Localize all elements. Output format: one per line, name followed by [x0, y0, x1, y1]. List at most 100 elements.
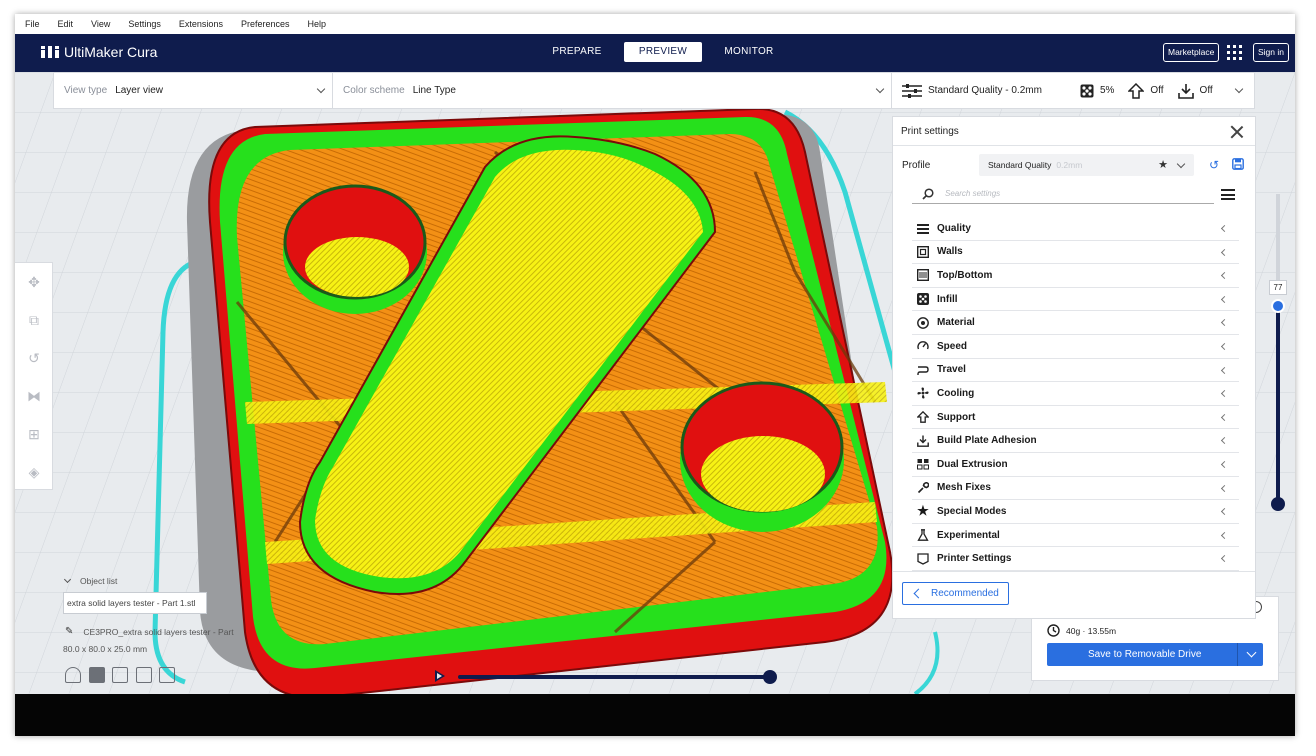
menu-view[interactable]: View: [82, 19, 119, 29]
layer-slider[interactable]: [1271, 299, 1285, 511]
category-walls[interactable]: Walls: [912, 241, 1239, 265]
object-list-title: Object list: [80, 576, 118, 586]
travel-icon: [917, 364, 929, 376]
app-logo: UltiMaker Cura: [41, 44, 157, 60]
category-dual-extrusion[interactable]: Dual Extrusion: [912, 453, 1239, 477]
clock-icon: [1047, 624, 1060, 637]
tab-preview[interactable]: PREVIEW: [624, 42, 702, 62]
support-item: Off: [1128, 82, 1164, 99]
save-to-removable-drive-button[interactable]: Save to Removable Drive: [1047, 643, 1263, 666]
tab-prepare[interactable]: PREPARE: [538, 42, 616, 62]
mesh-fixes-icon: [917, 481, 929, 494]
walls-icon: [917, 245, 929, 258]
front-view-icon[interactable]: [88, 667, 105, 683]
sign-in-button[interactable]: Sign in: [1253, 43, 1289, 62]
chevron-down-icon: [1234, 84, 1244, 94]
category-infill[interactable]: Infill: [912, 288, 1239, 312]
hole-top-left: [283, 184, 427, 314]
quality-item: Standard Quality - 0.2mm: [902, 83, 1042, 98]
category-quality[interactable]: Quality: [912, 217, 1239, 241]
category-travel[interactable]: Travel: [912, 359, 1239, 383]
right-view-icon[interactable]: [159, 667, 175, 683]
tab-monitor[interactable]: MONITOR: [710, 42, 788, 62]
3d-view-icon[interactable]: [65, 667, 81, 683]
color-scheme-label: Color scheme: [343, 85, 405, 96]
object-list: Object list extra solid layers tester - …: [63, 575, 293, 654]
adhesion-item: Off: [1177, 83, 1213, 99]
object-list-toggle[interactable]: Object list: [63, 575, 293, 586]
experimental-icon: [917, 529, 929, 541]
menu-help[interactable]: Help: [298, 19, 335, 29]
search-input[interactable]: Search settings: [912, 185, 1214, 204]
model-dimensions: 80.0 x 80.0 x 25.0 mm: [63, 644, 148, 654]
reset-icon[interactable]: ↺: [1207, 158, 1221, 172]
panel-title: Print settings: [901, 126, 959, 137]
infill-icon: [1080, 84, 1094, 97]
move-tool-icon[interactable]: ✥: [15, 263, 53, 301]
job-name-row[interactable]: ✎ CE3PRO_extra solid layers tester - Par…: [63, 626, 293, 637]
color-scheme-dropdown[interactable]: Color scheme Line Type: [333, 73, 892, 108]
profile-label: Profile: [902, 160, 931, 171]
menu-extensions[interactable]: Extensions: [170, 19, 232, 29]
save-profile-icon[interactable]: [1231, 158, 1245, 172]
category-cooling[interactable]: Cooling: [912, 382, 1239, 406]
mirror-tool-icon[interactable]: ⧓: [15, 377, 53, 415]
infill-value: 5%: [1099, 85, 1115, 96]
star-icon[interactable]: ★: [1158, 154, 1168, 176]
object-list-item[interactable]: extra solid layers tester - Part 1.stl: [63, 592, 207, 614]
adhesion-icon: [917, 435, 929, 447]
per-model-settings-icon[interactable]: ⊞: [15, 415, 53, 453]
marketplace-button[interactable]: Marketplace: [1163, 43, 1220, 62]
menu-edit[interactable]: Edit: [49, 19, 83, 29]
category-top-bottom[interactable]: Top/Bottom: [912, 264, 1239, 288]
profile-value: Standard Quality: [988, 160, 1052, 170]
recommended-button[interactable]: Recommended: [902, 582, 1009, 605]
print-setup-selector[interactable]: Standard Quality - 0.2mm 5% Off Off: [892, 73, 1254, 108]
search-icon: [922, 188, 934, 200]
apps-grid-icon[interactable]: [1227, 45, 1242, 60]
path-slider[interactable]: [458, 670, 777, 684]
printer-settings-icon: [917, 552, 929, 565]
chevron-down-icon[interactable]: [1246, 647, 1257, 658]
menu-icon[interactable]: [1221, 189, 1235, 200]
category-printer-settings[interactable]: Printer Settings: [912, 547, 1239, 571]
current-layer-field[interactable]: 77: [1269, 280, 1287, 295]
save-button-label: Save to Removable Drive: [1088, 649, 1202, 660]
profile-sub: 0.2mm: [1056, 160, 1083, 170]
material-icon: [917, 316, 929, 329]
category-speed[interactable]: Speed: [912, 335, 1239, 359]
layer-slider-lower-handle[interactable]: [1271, 497, 1285, 511]
rotate-tool-icon[interactable]: ↺: [15, 339, 53, 377]
category-material[interactable]: Material: [912, 311, 1239, 335]
category-support[interactable]: Support: [912, 406, 1239, 430]
camera-view-buttons: [65, 667, 183, 683]
bottom-bar: [15, 694, 1295, 736]
layer-slider-upper-handle[interactable]: [1271, 299, 1285, 313]
search-placeholder: Search settings: [945, 189, 1001, 198]
view-type-dropdown[interactable]: View type Layer view: [54, 73, 333, 108]
menu-settings[interactable]: Settings: [119, 19, 170, 29]
job-name: CE3PRO_extra solid layers tester - Part: [83, 626, 234, 637]
support-icon: [1128, 82, 1145, 99]
menu-preferences[interactable]: Preferences: [232, 19, 299, 29]
hole-bottom-right: [680, 381, 844, 532]
left-view-icon[interactable]: [135, 667, 152, 683]
top-view-icon[interactable]: [112, 667, 128, 683]
dual-extrusion-icon: [917, 458, 929, 470]
profile-dropdown[interactable]: Standard Quality 0.2mm ★: [979, 154, 1194, 176]
layer-slider-track: [1276, 194, 1280, 294]
category-build-plate-adhesion[interactable]: Build Plate Adhesion: [912, 429, 1239, 453]
pencil-icon: ✎: [65, 626, 74, 637]
play-icon[interactable]: [435, 670, 445, 682]
view-toolbar: View type Layer view Color scheme Line T…: [53, 72, 1255, 109]
print-settings-panel: Print settings Profile Standard Quality 0…: [892, 116, 1256, 619]
scale-tool-icon[interactable]: ⧉: [15, 301, 53, 339]
path-slider-handle[interactable]: [763, 670, 777, 684]
category-special-modes[interactable]: ★ Special Modes: [912, 500, 1239, 524]
support-blocker-icon[interactable]: ◈: [15, 453, 53, 491]
print-estimate: 40g · 13.55m: [1047, 624, 1116, 637]
menu-file[interactable]: File: [15, 19, 49, 29]
category-mesh-fixes[interactable]: Mesh Fixes: [912, 477, 1239, 501]
close-icon[interactable]: [1230, 125, 1244, 139]
category-experimental[interactable]: Experimental: [912, 524, 1239, 548]
